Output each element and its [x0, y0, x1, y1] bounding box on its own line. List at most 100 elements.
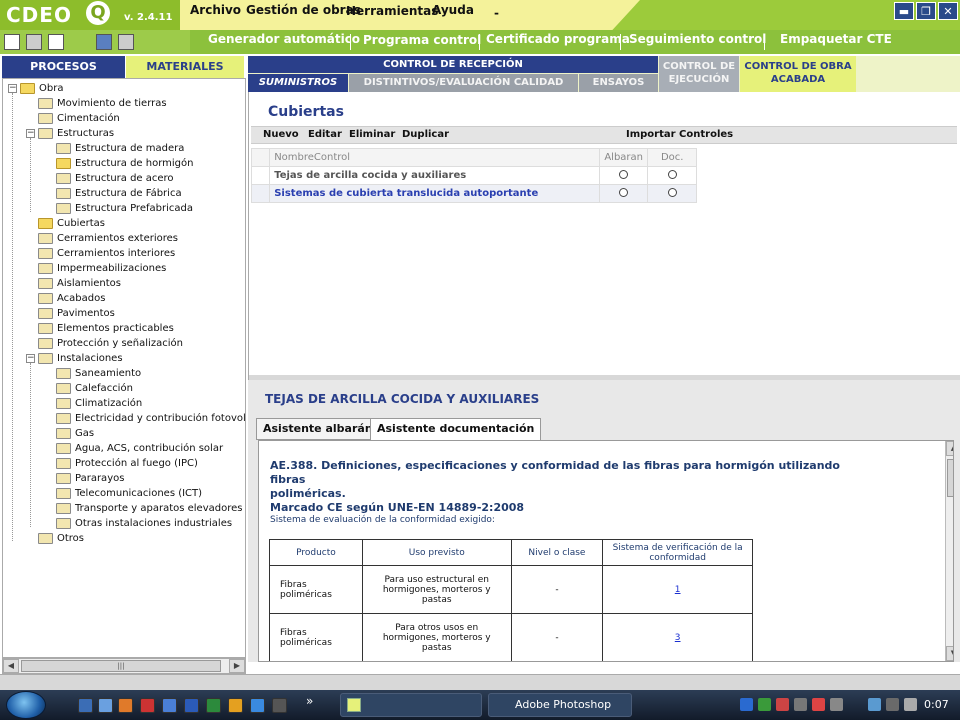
menu-herramientas[interactable]: Herramientas: [346, 4, 438, 18]
tree-node[interactable]: Transporte y aparatos elevadores: [56, 501, 242, 516]
albaran-radio[interactable]: [619, 169, 629, 179]
tree-node[interactable]: Estructura de acero: [56, 171, 174, 186]
tree-node[interactable]: Instalaciones: [38, 351, 123, 366]
restore-icon[interactable]: ❐: [916, 2, 936, 20]
open-folder-icon[interactable]: [26, 34, 42, 50]
collapse-toggle[interactable]: −: [8, 84, 17, 93]
power-icon[interactable]: [886, 698, 899, 711]
tab-asistente-albaran[interactable]: Asistente albarán: [256, 418, 380, 440]
certificado-programa-button[interactable]: Certificado programa: [486, 32, 630, 46]
clock[interactable]: 0:07: [924, 698, 949, 711]
bluetooth-icon[interactable]: [740, 698, 753, 711]
tree-node[interactable]: Cerramientos exteriores: [38, 231, 178, 246]
tree-node[interactable]: Protección y señalización: [38, 336, 183, 351]
albaran-radio[interactable]: [619, 187, 629, 197]
tree-node[interactable]: Pavimentos: [38, 306, 115, 321]
display-icon[interactable]: [868, 698, 881, 711]
more-icon[interactable]: »: [306, 694, 313, 708]
row-name[interactable]: Tejas de arcilla cocida y auxiliares: [269, 166, 600, 185]
tree-node[interactable]: Calefacción: [56, 381, 133, 396]
tree-node[interactable]: Cimentación: [38, 111, 120, 126]
empaquetar-cte-button[interactable]: Empaquetar CTE: [780, 32, 892, 46]
tab-distintivos[interactable]: DISTINTIVOS/EVALUACIÓN CALIDAD: [349, 74, 578, 92]
tree-node[interactable]: Impermeabilizaciones: [38, 261, 166, 276]
editar-button[interactable]: Editar: [308, 129, 342, 140]
tree-node[interactable]: Estructura de madera: [56, 141, 184, 156]
column-header-nombre[interactable]: NombreControl: [269, 148, 600, 167]
doc-radio[interactable]: [667, 169, 677, 179]
menu-gestion-obras[interactable]: Gestión de obras: [246, 3, 361, 17]
close-icon[interactable]: ✕: [938, 2, 958, 20]
sistema-link[interactable]: 1: [675, 585, 681, 595]
table-row-selected[interactable]: Sistemas de cubierta translucida autopor…: [250, 184, 697, 203]
alert-icon[interactable]: [812, 698, 825, 711]
collapse-toggle[interactable]: −: [26, 354, 35, 363]
collapse-toggle[interactable]: −: [26, 129, 35, 138]
tree-node[interactable]: Acabados: [38, 291, 105, 306]
device-icon[interactable]: [794, 698, 807, 711]
tab-control-recepcion[interactable]: CONTROL DE RECEPCIÓN: [248, 56, 658, 73]
tab-control-ejecucion[interactable]: CONTROL DE EJECUCIÓN: [659, 56, 739, 92]
tab-ensayos[interactable]: ENSAYOS: [579, 74, 658, 92]
security-icon[interactable]: [776, 698, 789, 711]
tree-node[interactable]: Elementos practicables: [38, 321, 174, 336]
scroll-right-icon[interactable]: ▶: [229, 659, 245, 673]
tree-node[interactable]: Protección al fuego (IPC): [56, 456, 198, 471]
tree-node[interactable]: Otras instalaciones industriales: [56, 516, 232, 531]
show-desktop-icon[interactable]: [78, 698, 93, 713]
tree-node[interactable]: Movimiento de tierras: [38, 96, 167, 111]
column-header-albaran[interactable]: Albaran: [598, 148, 649, 167]
tree-node-selected[interactable]: Cubiertas: [38, 216, 105, 231]
save-icon[interactable]: [96, 34, 112, 50]
tree-node[interactable]: Electricidad y contribución fotovoltaic: [56, 411, 245, 426]
tree-horizontal-scrollbar[interactable]: ◀ ||| ▶: [2, 658, 246, 674]
network-icon[interactable]: [830, 698, 843, 711]
tab-materiales[interactable]: MATERIALES: [126, 56, 244, 78]
tab-control-obra-acabada[interactable]: CONTROL DE OBRA ACABADA: [740, 56, 856, 92]
tree-node[interactable]: Agua, ACS, contribución solar: [56, 441, 223, 456]
duplicar-button[interactable]: Duplicar: [402, 129, 449, 140]
tree-node[interactable]: Cerramientos interiores: [38, 246, 175, 261]
tree-node[interactable]: Pararayos: [56, 471, 124, 486]
volume-icon[interactable]: [904, 698, 917, 711]
tree-node[interactable]: Estructura de Fábrica: [56, 186, 182, 201]
new-file-icon[interactable]: [4, 34, 20, 50]
column-header-doc[interactable]: Doc.: [647, 148, 697, 167]
chrome-icon[interactable]: [228, 698, 243, 713]
properties-icon[interactable]: [48, 34, 64, 50]
scroll-up-icon[interactable]: ▲: [946, 441, 953, 456]
importar-controles-button[interactable]: Importar Controles: [626, 129, 733, 140]
tab-asistente-documentacion[interactable]: Asistente documentación: [370, 418, 542, 440]
excel-icon[interactable]: [206, 698, 221, 713]
window-switch-icon[interactable]: [98, 698, 113, 713]
scroll-thumb[interactable]: |||: [21, 660, 221, 672]
doc-vertical-scrollbar[interactable]: ▲ ▼: [945, 441, 953, 661]
generador-automatico-button[interactable]: Generador automático: [208, 32, 360, 46]
tree-node[interactable]: Estructuras: [38, 126, 114, 141]
taskbar-photoshop[interactable]: Adobe Photoshop: [488, 693, 632, 717]
tree-node[interactable]: Estructura de hormigón: [56, 156, 193, 171]
tree-node[interactable]: Telecomunicaciones (ICT): [56, 486, 202, 501]
tree-node[interactable]: Otros: [38, 531, 84, 546]
minimize-icon[interactable]: ▬: [894, 2, 914, 20]
scroll-thumb[interactable]: [947, 459, 953, 497]
print-icon[interactable]: [118, 34, 134, 50]
sync-icon[interactable]: [758, 698, 771, 711]
eliminar-button[interactable]: Eliminar: [349, 129, 395, 140]
table-row[interactable]: Tejas de arcilla cocida y auxiliares: [250, 166, 697, 185]
menu-archivo[interactable]: Archivo: [190, 3, 241, 17]
scroll-down-icon[interactable]: ▼: [946, 646, 953, 661]
doc-radio[interactable]: [667, 187, 677, 197]
ie-icon[interactable]: [250, 698, 265, 713]
media-icon[interactable]: [272, 698, 287, 713]
menu-ayuda[interactable]: Ayuda: [432, 3, 474, 17]
row-selector[interactable]: [250, 184, 271, 203]
acrobat-icon[interactable]: [140, 698, 155, 713]
scroll-left-icon[interactable]: ◀: [3, 659, 19, 673]
word-icon[interactable]: [184, 698, 199, 713]
tab-procesos[interactable]: PROCESOS: [2, 56, 125, 78]
seguimiento-control-button[interactable]: Seguimiento control: [629, 32, 766, 46]
tree-node-obra[interactable]: Obra: [20, 81, 63, 96]
tree-node[interactable]: Estructura Prefabricada: [56, 201, 193, 216]
sistema-link[interactable]: 3: [675, 633, 681, 643]
